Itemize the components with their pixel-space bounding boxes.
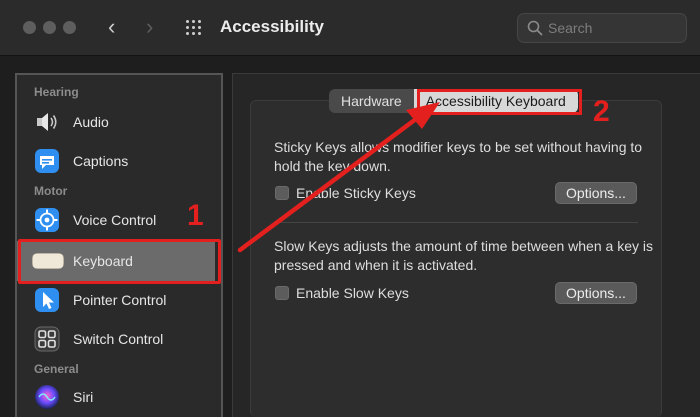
siri-icon [35,385,59,409]
forward-arrow-icon[interactable]: › [146,14,153,40]
sticky-keys-label: Enable Sticky Keys [296,185,416,201]
search-icon [527,20,543,36]
sidebar-item-siri[interactable]: Siri [17,378,215,416]
show-all-grid-icon[interactable] [186,20,204,36]
sidebar-item-label: Captions [73,153,129,169]
slow-keys-description: Slow Keys adjusts the amount of time bet… [274,238,653,273]
annotation-highlight-tab [417,89,582,115]
search-input[interactable] [548,19,678,37]
search-field[interactable] [517,13,687,43]
section-divider [274,222,638,223]
window-title: Accessibility [220,17,324,36]
sidebar-item-audio[interactable]: Audio [17,103,215,141]
sidebar-item-label: Switch Control [73,331,164,347]
pointer-icon [35,288,59,312]
slow-keys-label: Enable Slow Keys [296,285,409,301]
section-header-motor: Motor [34,184,68,198]
sticky-keys-description: Sticky Keys allows modifier keys to be s… [274,139,643,174]
back-arrow-icon[interactable]: ‹ [108,14,115,40]
switch-control-icon [34,326,60,352]
close-window-button[interactable] [23,21,36,34]
slow-keys-checkbox[interactable] [275,286,289,300]
voice-control-icon [35,208,59,232]
sidebar-item-label: Siri [73,389,94,405]
section-header-hearing: Hearing [34,85,79,99]
sticky-keys-options-button[interactable]: Options... [555,182,637,204]
sidebar-item-label: Audio [73,114,109,130]
section-header-general: General [34,362,79,376]
captions-icon [35,149,59,173]
sidebar-item-switch-control[interactable]: Switch Control [17,320,215,358]
sidebar-item-label: Pointer Control [73,292,167,308]
title-bar: ‹ › Accessibility [0,0,700,56]
zoom-window-button[interactable] [63,21,76,34]
sidebar-item-captions[interactable]: Captions [17,142,215,180]
speaker-icon [37,113,57,131]
minimize-window-button[interactable] [43,21,56,34]
sidebar-item-voice-control[interactable]: Voice Control [17,201,215,239]
annotation-step-1: 1 [187,199,204,232]
annotation-step-2: 2 [593,95,610,128]
sidebar-item-pointer-control[interactable]: Pointer Control [17,281,215,319]
annotation-highlight-keyboard [18,239,221,284]
sidebar-item-label: Voice Control [73,212,157,228]
tab-hardware[interactable]: Hardware [329,89,414,113]
slow-keys-options-button[interactable]: Options... [555,282,637,304]
sticky-keys-checkbox[interactable] [275,186,289,200]
